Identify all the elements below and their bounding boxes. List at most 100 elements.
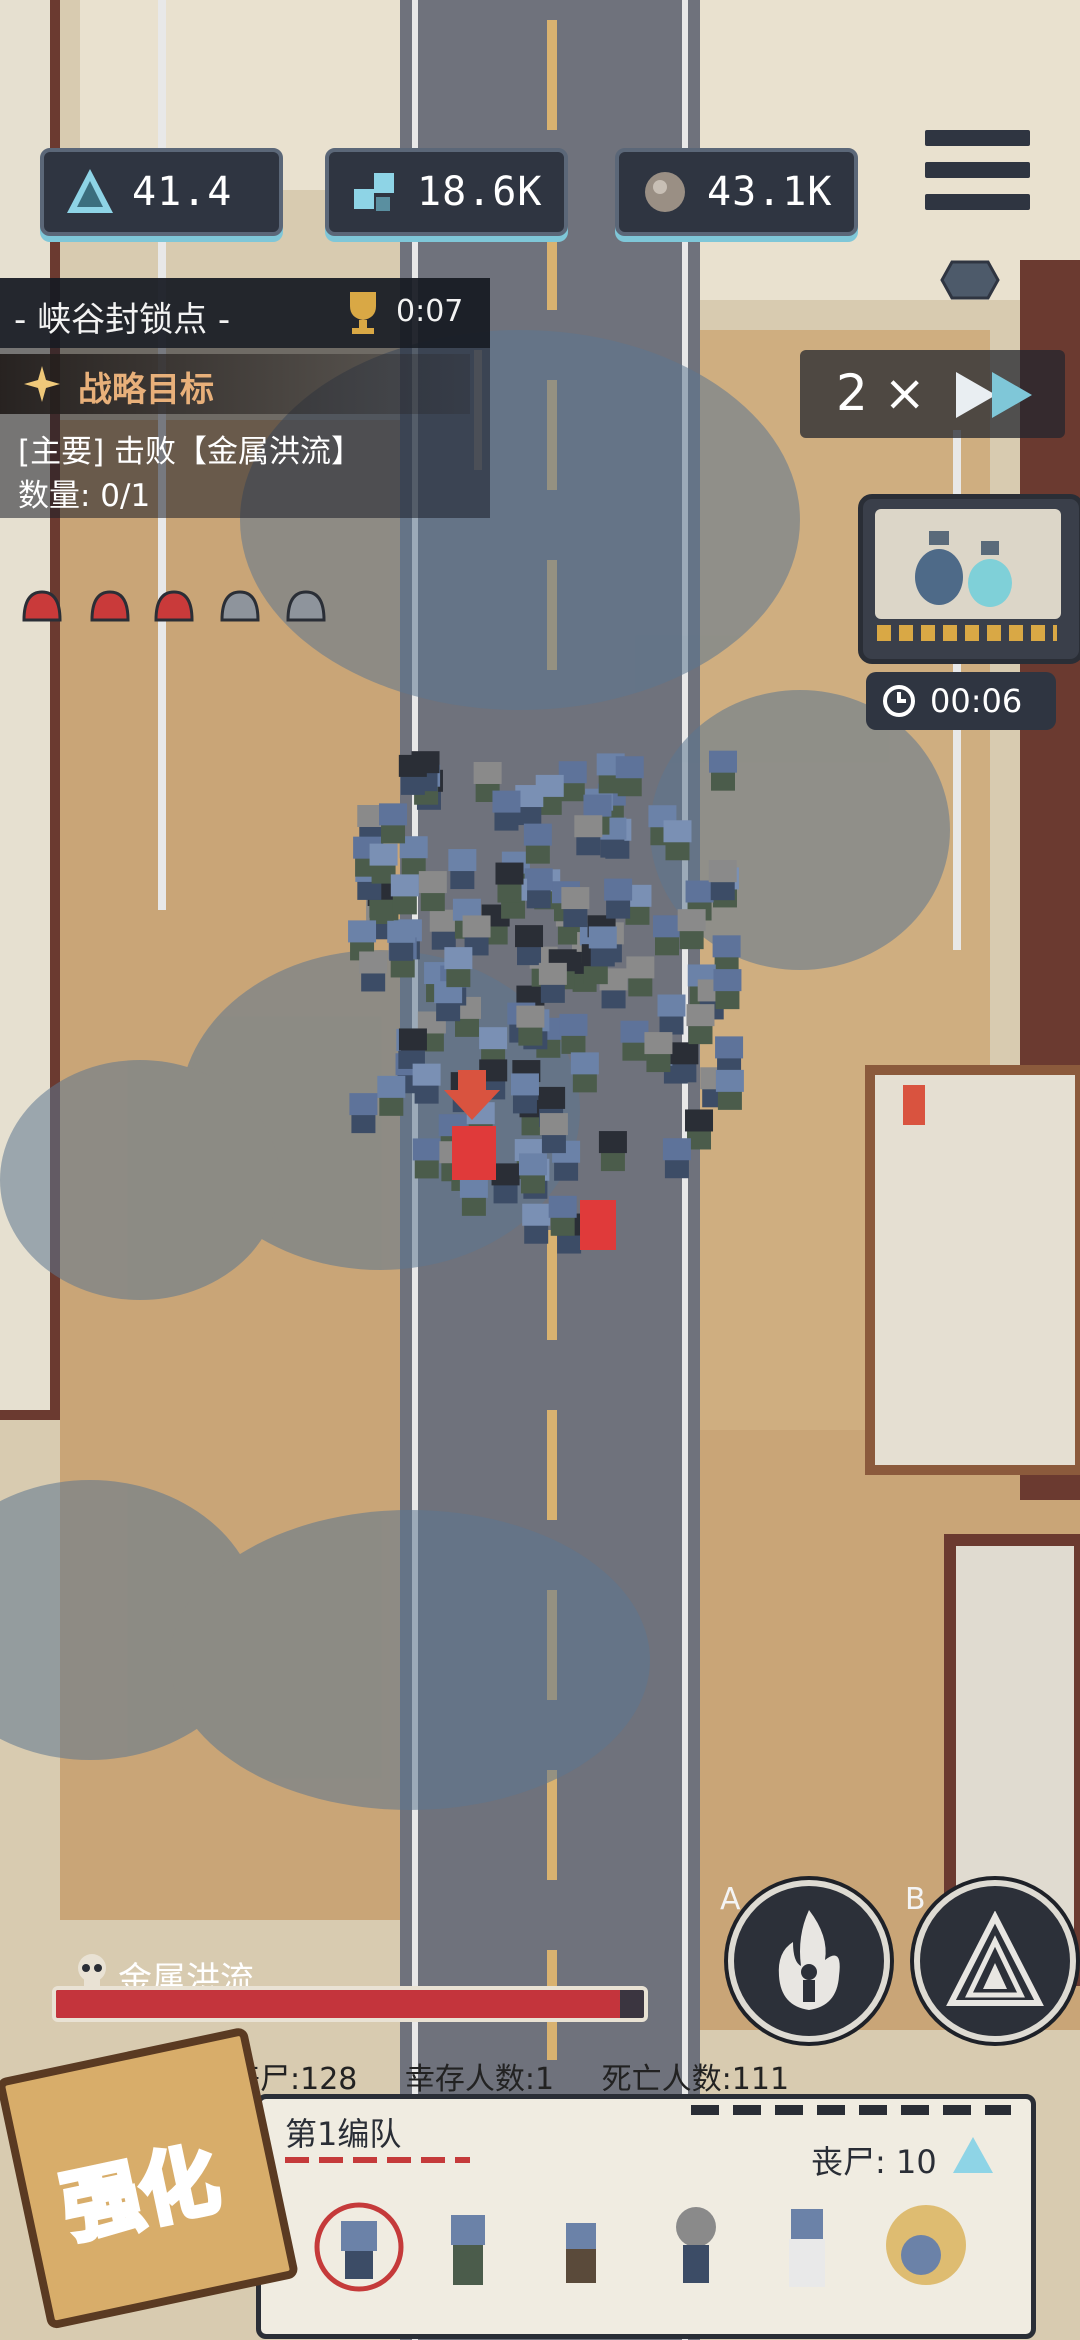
zombie-sprite bbox=[662, 1138, 691, 1179]
scrap-value: 43.1K bbox=[707, 169, 833, 215]
death-count: 死亡人数:111 bbox=[601, 2062, 790, 2097]
zombie-sprite bbox=[412, 1063, 441, 1104]
potion-icon bbox=[915, 531, 1012, 607]
zombie-unit[interactable] bbox=[431, 2201, 501, 2295]
parts-resource: 18.6K bbox=[325, 148, 568, 236]
fast-forward-icon bbox=[956, 372, 1032, 418]
zombie-sprite bbox=[379, 803, 408, 844]
boss-health-fill bbox=[56, 1990, 621, 2018]
zombie-sprite bbox=[524, 868, 553, 909]
zombie-sprite bbox=[459, 1175, 488, 1216]
zombie-sprite bbox=[538, 962, 567, 1003]
zombie-unit[interactable] bbox=[661, 2201, 731, 2295]
zombie-sprite bbox=[626, 956, 655, 997]
zombie-sprite bbox=[548, 1195, 577, 1236]
zombie-unit[interactable] bbox=[546, 2201, 616, 2295]
zombie-sprite bbox=[686, 1004, 715, 1045]
selected-unit-slot[interactable] bbox=[311, 2199, 407, 2295]
mission-scrollbar[interactable] bbox=[474, 350, 482, 470]
zombie-sprite bbox=[377, 1075, 406, 1116]
skill-a-button[interactable] bbox=[728, 1880, 890, 2042]
zombie-sprite bbox=[670, 1042, 699, 1083]
parts-value: 18.6K bbox=[417, 169, 543, 215]
helmet-icon bbox=[286, 590, 326, 622]
zombie-sprite bbox=[492, 790, 521, 831]
speed-toggle-button[interactable]: 2 × bbox=[800, 350, 1065, 438]
zombie-sprite bbox=[713, 969, 742, 1010]
shop-timer-value: 00:06 bbox=[930, 682, 1023, 720]
crystal-icon bbox=[62, 164, 118, 220]
zombie-sprite bbox=[434, 981, 463, 1022]
menu-button[interactable] bbox=[925, 130, 1030, 215]
zombie-sprite bbox=[570, 1052, 599, 1093]
helmet-icon bbox=[22, 590, 62, 622]
zombie-sprite bbox=[359, 951, 388, 992]
speed-label: 2 × bbox=[836, 364, 926, 422]
zombie-sprite bbox=[604, 878, 633, 919]
zombie-sprite bbox=[418, 871, 447, 912]
zombie-sprite bbox=[677, 909, 706, 950]
zombie-sprite bbox=[574, 815, 603, 856]
zombie-sprite bbox=[588, 926, 617, 967]
hex-badge-icon[interactable] bbox=[940, 258, 1000, 302]
skill-b-button[interactable] bbox=[914, 1880, 1076, 2042]
zombie-sprite bbox=[518, 1153, 547, 1194]
crystal-icon bbox=[953, 2137, 993, 2173]
zombie-unit[interactable] bbox=[871, 2201, 981, 2295]
strengthen-button[interactable]: 强化 bbox=[0, 2026, 300, 2330]
zombie-sprite bbox=[708, 860, 737, 901]
zombie-sprite bbox=[398, 1028, 427, 1069]
zombie-sprite bbox=[523, 823, 552, 864]
zombie-sprite bbox=[561, 887, 590, 928]
main-objective: [主要] 击败【金属洪流】 bbox=[18, 434, 363, 470]
helmet-icon bbox=[90, 590, 130, 622]
boss-health-bar bbox=[52, 1986, 648, 2022]
triangle-icon bbox=[946, 1911, 1044, 2006]
zombie-sprite bbox=[644, 1032, 673, 1073]
zombie-sprite bbox=[398, 754, 427, 795]
shop-lights bbox=[877, 625, 1057, 641]
zombie-sprite bbox=[663, 820, 692, 861]
zombie-sprite bbox=[652, 915, 681, 956]
clock-icon bbox=[883, 685, 915, 717]
zombie-sprite bbox=[615, 756, 644, 797]
objective-count: 数量: 0/1 bbox=[18, 478, 151, 514]
squad-tab-underline bbox=[285, 2157, 470, 2163]
zombie-sprite bbox=[598, 1131, 627, 1172]
game-scene[interactable]: 41.4 18.6K 43.1K - 峡谷封锁点 - 0:07 战略目标 [主要… bbox=[0, 0, 1080, 2340]
zombie-sprite bbox=[620, 1020, 649, 1061]
zombie-sprite bbox=[657, 994, 686, 1035]
battle-stats: 丧尸:128 幸存人数:1 死亡人数:111 bbox=[230, 2054, 827, 2098]
helmet-icon bbox=[154, 590, 194, 622]
squad-tab[interactable]: 第1编队 bbox=[285, 2109, 401, 2155]
objective-label: 战略目标 bbox=[78, 370, 214, 410]
zombie-sprite bbox=[708, 750, 737, 791]
trophy-icon bbox=[350, 292, 376, 334]
mission-panel[interactable]: - 峡谷封锁点 - 0:07 战略目标 [主要] 击败【金属洪流】 数量: 0/… bbox=[0, 278, 490, 518]
zombie-sprite bbox=[444, 947, 473, 988]
sparkle-icon bbox=[24, 366, 60, 402]
squad-zombie-count: 丧尸: 10 bbox=[811, 2143, 937, 2181]
zombie-sprite bbox=[715, 1069, 744, 1110]
crystal-value: 41.4 bbox=[132, 169, 233, 215]
fire-figure-icon bbox=[778, 1910, 840, 2010]
zombie-unit[interactable] bbox=[771, 2201, 841, 2295]
parts-icon bbox=[347, 164, 403, 220]
skill-a-hotkey: A bbox=[720, 1882, 741, 1917]
zombie-sprite bbox=[539, 1113, 568, 1154]
skill-b-hotkey: B bbox=[905, 1882, 926, 1917]
zombie-sprite bbox=[390, 874, 419, 915]
zombie-sprite bbox=[516, 1005, 545, 1046]
mission-title-row: - 峡谷封锁点 - 0:07 bbox=[0, 278, 490, 348]
zombie-sprite bbox=[559, 1013, 588, 1054]
zombie-sprite bbox=[510, 1073, 539, 1114]
mission-timer: 0:07 bbox=[396, 294, 464, 329]
zombie-sprite bbox=[412, 1138, 441, 1179]
potion-shop-button[interactable] bbox=[858, 494, 1080, 664]
zombie-horde[interactable] bbox=[330, 730, 780, 1290]
shop-window bbox=[875, 509, 1061, 619]
squad-top-trim bbox=[691, 2105, 1011, 2115]
crystal-resource: 41.4 bbox=[40, 148, 283, 236]
helmet-icon bbox=[220, 590, 260, 622]
squad-panel[interactable]: 第1编队 丧尸: 10 bbox=[256, 2094, 1036, 2339]
